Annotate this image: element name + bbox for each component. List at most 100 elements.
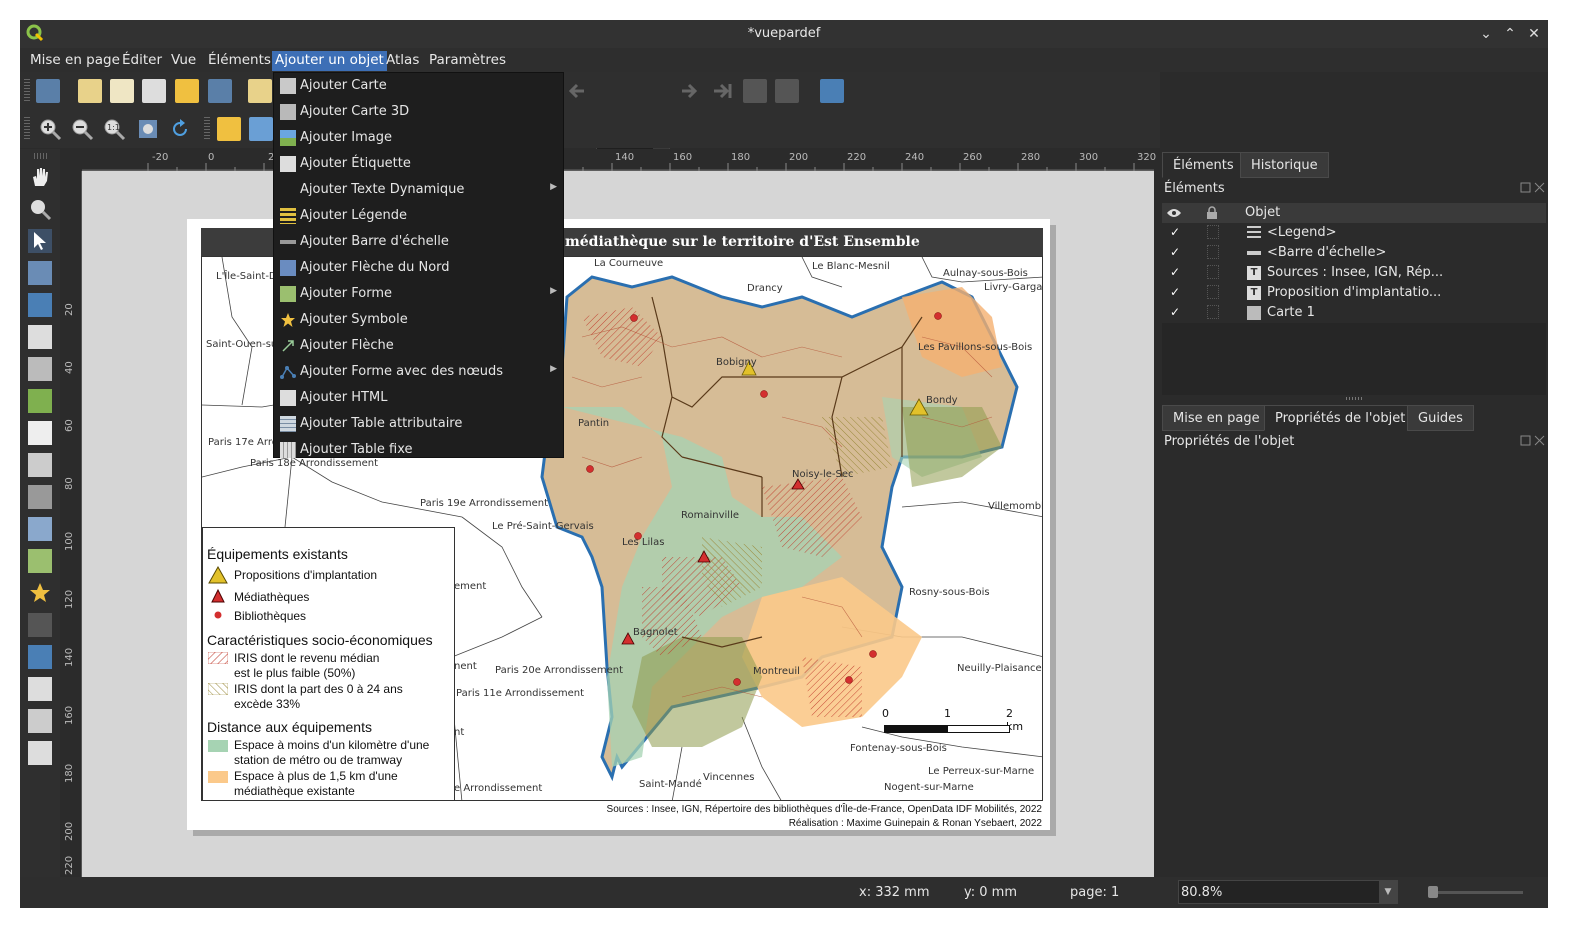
menu-ajouter-un-objet[interactable]: Ajouter un objet (272, 51, 387, 71)
zoom-in-icon[interactable] (38, 117, 62, 141)
add-map-icon[interactable] (28, 357, 52, 381)
scalebar-item[interactable]: 0 1 2 km (882, 707, 1024, 747)
arrow-right-icon[interactable] (676, 79, 700, 103)
menu-mise-en-page[interactable]: Mise en page (27, 51, 123, 71)
add-html-icon[interactable] (28, 677, 52, 701)
menu-editer[interactable]: Éditer (119, 51, 165, 71)
menu-item-add-html[interactable]: Ajouter HTML (274, 385, 563, 411)
pan-hand-icon[interactable] (28, 165, 52, 189)
dock-float-close-icon[interactable] (1520, 435, 1546, 447)
save-as-template-icon[interactable] (208, 79, 232, 103)
lock-items-icon[interactable] (217, 117, 241, 141)
visibility-checkbox[interactable]: ✓ (1170, 245, 1180, 259)
toolbar-handle[interactable] (34, 153, 48, 159)
visibility-checkbox[interactable]: ✓ (1170, 265, 1180, 279)
menu-item-add-attribute-table[interactable]: Ajouter Table attributaire (274, 411, 563, 437)
add-attribute-table-icon[interactable] (28, 709, 52, 733)
export-icon[interactable] (775, 79, 799, 103)
element-row[interactable]: ✓ T Proposition d'implantatio... (1162, 283, 1546, 303)
refresh-icon[interactable] (168, 117, 192, 141)
save-icon[interactable] (36, 79, 60, 103)
print-icon[interactable] (743, 79, 767, 103)
add-north-arrow-icon[interactable] (28, 517, 52, 541)
menu-elements[interactable]: Éléments (205, 51, 274, 71)
menu-item-add-map[interactable]: Ajouter Carte (274, 73, 563, 99)
add-scalebar-icon[interactable] (28, 485, 52, 509)
lock-checkbox[interactable] (1207, 285, 1219, 299)
last-page-icon[interactable] (710, 79, 734, 103)
menu-item-add-scalebar[interactable]: Ajouter Barre d'échelle (274, 229, 563, 255)
sources-label[interactable]: Sources : Insee, IGN, Répertoire des bib… (607, 803, 1042, 831)
menu-item-add-shape[interactable]: Ajouter Forme ▶ (274, 281, 563, 307)
add-legend-icon[interactable] (28, 453, 52, 477)
element-row[interactable]: ✓ <Legend> (1162, 223, 1546, 243)
lock-checkbox[interactable] (1207, 225, 1219, 239)
arrow-left-icon[interactable] (566, 79, 590, 103)
menu-parametres[interactable]: Paramètres (426, 51, 509, 71)
add-shape-icon[interactable] (28, 549, 52, 573)
tab-guides[interactable]: Guides (1407, 405, 1474, 431)
layout-manager-icon[interactable] (142, 79, 166, 103)
zoom-full-icon[interactable] (136, 117, 160, 141)
chevron-down-icon[interactable]: ▼ (1379, 881, 1397, 903)
toolbar-handle[interactable] (24, 79, 30, 103)
menu-item-add-dynamic-text[interactable]: Ajouter Texte Dynamique ▶ (274, 177, 563, 203)
tab-historique[interactable]: Historique (1240, 152, 1329, 178)
menu-item-add-symbol[interactable]: Ajouter Symbole (274, 307, 563, 333)
toolbar-handle[interactable] (204, 117, 210, 141)
menu-item-add-node-shape[interactable]: Ajouter Forme avec des nœuds ▶ (274, 359, 563, 385)
move-content-icon[interactable] (28, 261, 52, 285)
chevron-down-icon[interactable]: ⌄ (1476, 24, 1496, 44)
zoom-slider-handle[interactable] (1428, 886, 1438, 898)
lock-checkbox[interactable] (1207, 245, 1219, 259)
lock-checkbox[interactable] (1207, 265, 1219, 279)
zoom-combobox[interactable]: 80.8% ▼ (1178, 880, 1398, 904)
add-page-icon[interactable] (28, 325, 52, 349)
visibility-checkbox[interactable]: ✓ (1170, 225, 1180, 239)
add-fixed-table-icon[interactable] (28, 741, 52, 765)
new-page-icon[interactable] (248, 79, 272, 103)
menu-item-add-fixed-table[interactable]: Ajouter Table fixe (274, 437, 563, 463)
tab-item-properties[interactable]: Propriétés de l'objet (1264, 405, 1417, 431)
add-image-icon[interactable] (28, 389, 52, 413)
add-arrow-icon[interactable] (28, 613, 52, 637)
splitter-handle[interactable] (1346, 397, 1362, 400)
add-symbol-star-icon[interactable] (28, 581, 52, 605)
select-pointer-icon[interactable] (28, 229, 52, 253)
dock-float-close-icon[interactable] (1520, 182, 1546, 194)
lock-icon[interactable] (1206, 206, 1218, 220)
menu-item-add-map-3d[interactable]: Ajouter Carte 3D (274, 99, 563, 125)
chevron-up-icon[interactable]: ⌃ (1500, 24, 1520, 44)
atlas-preview-icon[interactable] (820, 79, 844, 103)
visibility-checkbox[interactable]: ✓ (1170, 305, 1180, 319)
edit-nodes-icon[interactable] (28, 293, 52, 317)
zoom-tool-icon[interactable] (28, 197, 52, 221)
unlock-items-icon[interactable] (249, 117, 273, 141)
menu-vue[interactable]: Vue (168, 51, 199, 71)
close-icon[interactable]: ✕ (1524, 24, 1544, 44)
element-row[interactable]: ✓ <Barre d'échelle> (1162, 243, 1546, 263)
zoom-100-icon[interactable]: 1:1 (102, 117, 126, 141)
new-layout-icon[interactable] (78, 79, 102, 103)
layout-canvas[interactable]: ne médiathèque sur le territoire d'Est E… (82, 171, 1154, 877)
legend-item[interactable]: Équipements existants Propositions d'imp… (202, 527, 455, 800)
column-header-objet[interactable]: Objet (1245, 205, 1280, 220)
menu-item-add-label[interactable]: Ajouter Étiquette (274, 151, 563, 177)
menu-atlas[interactable]: Atlas (383, 51, 422, 71)
zoom-out-icon[interactable] (70, 117, 94, 141)
eye-icon[interactable] (1166, 207, 1182, 219)
toolbar-handle[interactable] (24, 117, 30, 141)
visibility-checkbox[interactable]: ✓ (1170, 285, 1180, 299)
tab-elements[interactable]: Éléments (1162, 152, 1245, 178)
menu-item-add-arrow[interactable]: Ajouter Flèche (274, 333, 563, 359)
open-folder-icon[interactable] (175, 79, 199, 103)
tab-mise-en-page[interactable]: Mise en page (1162, 405, 1271, 431)
add-node-shape-icon[interactable] (28, 645, 52, 669)
zoom-slider[interactable] (1428, 886, 1523, 898)
menu-item-add-legend[interactable]: Ajouter Légende (274, 203, 563, 229)
menu-item-add-image[interactable]: Ajouter Image (274, 125, 563, 151)
menu-item-add-north-arrow[interactable]: Ajouter Flèche du Nord (274, 255, 563, 281)
lock-checkbox[interactable] (1207, 305, 1219, 319)
add-label-icon[interactable] (28, 421, 52, 445)
duplicate-layout-icon[interactable] (110, 79, 134, 103)
